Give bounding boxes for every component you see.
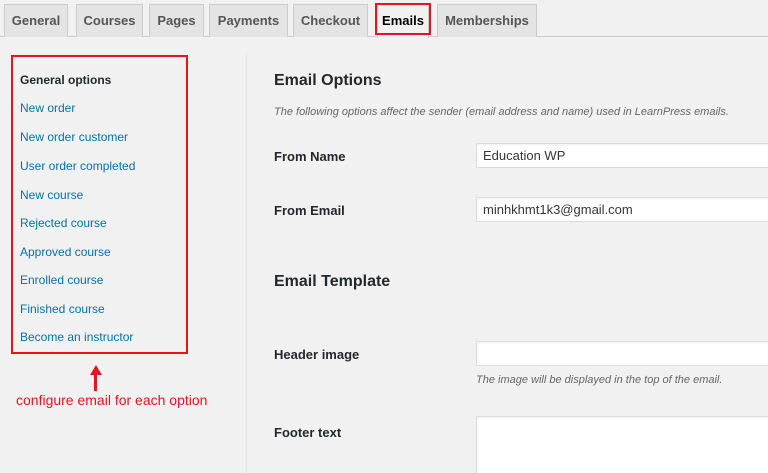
- sidebar-item-enrolled-course[interactable]: Enrolled course: [20, 273, 103, 287]
- sidebar-item-new-order[interactable]: New order: [20, 101, 75, 115]
- tab-checkout[interactable]: Checkout: [293, 4, 368, 37]
- settings-tabs: General Courses Pages Payments Checkout …: [0, 0, 768, 38]
- arrow-up-icon: [90, 365, 102, 391]
- from-name-field[interactable]: [476, 143, 768, 168]
- tab-courses[interactable]: Courses: [76, 4, 143, 37]
- footer-text-label: Footer text: [274, 425, 342, 440]
- sidebar-item-become-an-instructor[interactable]: Become an instructor: [20, 330, 133, 344]
- email-template-title: Email Template: [274, 273, 391, 290]
- from-name-label: From Name: [274, 149, 346, 164]
- sidebar-item-user-order-completed[interactable]: User order completed: [20, 159, 135, 173]
- tab-payments[interactable]: Payments: [209, 4, 288, 37]
- from-email-label: From Email: [274, 203, 345, 218]
- tab-memberships[interactable]: Memberships: [437, 4, 537, 37]
- sidebar-item-new-course[interactable]: New course: [20, 188, 83, 202]
- header-image-field[interactable]: [476, 341, 768, 366]
- tab-emails[interactable]: Emails: [377, 4, 429, 38]
- email-options-title: Email Options: [274, 72, 382, 89]
- footer-text-field[interactable]: [476, 416, 768, 473]
- sidebar-item-finished-course[interactable]: Finished course: [20, 302, 105, 316]
- from-email-field[interactable]: [476, 197, 768, 222]
- header-image-hint: The image will be displayed in the top o…: [476, 374, 723, 386]
- tab-pages[interactable]: Pages: [149, 4, 204, 37]
- header-image-label: Header image: [274, 347, 360, 362]
- email-options-description: The following options affect the sender …: [274, 106, 729, 118]
- sidebar-item-new-order-customer[interactable]: New order customer: [20, 130, 128, 144]
- sidebar-item-rejected-course[interactable]: Rejected course: [20, 216, 107, 230]
- tab-general[interactable]: General: [4, 4, 68, 37]
- annotation-caption: configure email for each option: [16, 392, 208, 408]
- sidebar-item-general-options[interactable]: General options: [20, 73, 111, 87]
- sidebar-item-approved-course[interactable]: Approved course: [20, 245, 111, 259]
